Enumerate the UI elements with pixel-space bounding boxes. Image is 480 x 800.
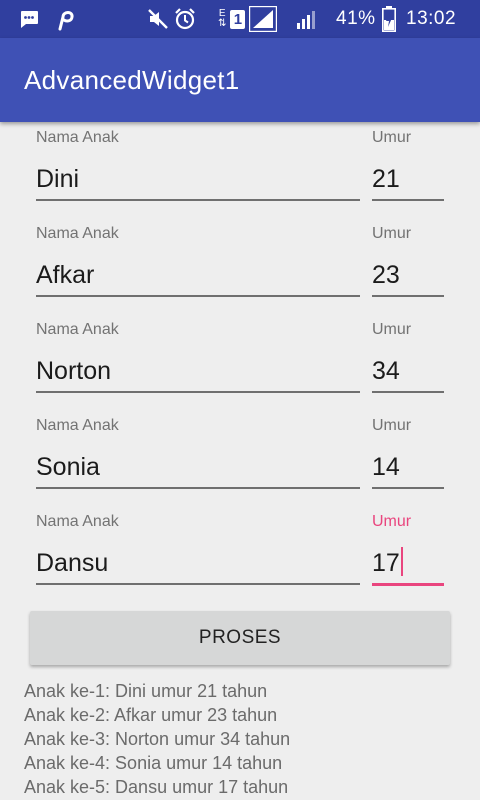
form-row: Nama Anak Sonia Umur 14	[0, 410, 480, 506]
form-row: Nama Anak Afkar Umur 23	[0, 218, 480, 314]
chat-notification-icon	[18, 0, 40, 38]
input-underline	[372, 295, 444, 297]
age-input[interactable]: 14	[372, 450, 444, 484]
name-input[interactable]: Sonia	[36, 450, 360, 484]
name-field-label: Nama Anak	[36, 129, 119, 146]
form-row: Nama Anak Dini Umur 21	[0, 122, 480, 218]
input-underline	[36, 295, 360, 297]
name-field-1[interactable]: Nama Anak Dini	[36, 122, 360, 202]
sim2-signal-icon	[296, 0, 320, 38]
age-field-1[interactable]: Umur 21	[372, 122, 444, 202]
name-field-2[interactable]: Nama Anak Afkar	[36, 218, 360, 298]
age-input[interactable]: 34	[372, 354, 444, 388]
result-line: Anak ke-4: Sonia umur 14 tahun	[24, 753, 283, 773]
main-content: Nama Anak Dini Umur 21 Nama Anak Afkar U…	[0, 122, 480, 800]
age-input[interactable]: 21	[372, 162, 444, 196]
name-field-label: Nama Anak	[36, 321, 119, 338]
pinterest-icon	[54, 0, 76, 38]
form-row: Nama Anak Norton Umur 34	[0, 314, 480, 410]
input-underline	[372, 199, 444, 201]
age-input[interactable]: 23	[372, 258, 444, 292]
name-field-label: Nama Anak	[36, 225, 119, 242]
age-field-label: Umur	[372, 129, 412, 146]
input-underline	[36, 391, 360, 393]
age-field-3[interactable]: Umur 34	[372, 314, 444, 394]
battery-charging-icon	[382, 0, 396, 38]
age-field-label: Umur	[372, 513, 412, 530]
input-underline	[372, 391, 444, 393]
input-underline	[36, 487, 360, 489]
name-input[interactable]: Afkar	[36, 258, 360, 292]
battery-percent: 41%	[336, 8, 376, 29]
name-input[interactable]: Norton	[36, 354, 360, 388]
name-field-label: Nama Anak	[36, 513, 119, 530]
name-field-4[interactable]: Nama Anak Sonia	[36, 410, 360, 490]
proses-button[interactable]: PROSES	[30, 611, 450, 665]
input-underline	[36, 199, 360, 201]
age-field-label: Umur	[372, 225, 412, 242]
app-bar: AdvancedWidget1	[0, 38, 480, 122]
result-line: Anak ke-2: Afkar umur 23 tahun	[24, 705, 278, 725]
age-field-label: Umur	[372, 417, 412, 434]
text-cursor	[400, 547, 403, 576]
age-input-text: 17	[372, 549, 400, 577]
app-title: AdvancedWidget1	[24, 65, 240, 95]
result-text: Anak ke-1: Dini umur 21 tahun Anak ke-2:…	[24, 679, 464, 799]
sim1-signal-icon: E ⇅ 1	[218, 0, 278, 38]
mute-icon	[146, 0, 170, 38]
input-underline	[36, 583, 360, 585]
status-time: 13:02	[406, 8, 457, 29]
status-bar: E ⇅ 1 41% 13:02	[0, 0, 480, 38]
input-underline	[372, 487, 444, 489]
age-field-5[interactable]: Umur 17	[372, 506, 444, 586]
sim-number-badge: 1	[230, 9, 246, 29]
result-line: Anak ke-3: Norton umur 34 tahun	[24, 729, 291, 749]
name-field-5[interactable]: Nama Anak Dansu	[36, 506, 360, 586]
name-field-3[interactable]: Nama Anak Norton	[36, 314, 360, 394]
form-row: Nama Anak Dansu Umur 17	[0, 506, 480, 602]
result-line: Anak ke-1: Dini umur 21 tahun	[24, 681, 268, 701]
age-input[interactable]: 17	[372, 546, 444, 580]
age-field-label: Umur	[372, 321, 412, 338]
name-input[interactable]: Dansu	[36, 546, 360, 580]
input-underline-focused	[372, 583, 444, 586]
alarm-icon	[174, 0, 196, 38]
age-field-4[interactable]: Umur 14	[372, 410, 444, 490]
name-field-label: Nama Anak	[36, 417, 119, 434]
result-line: Anak ke-5: Dansu umur 17 tahun	[24, 777, 289, 797]
age-field-2[interactable]: Umur 23	[372, 218, 444, 298]
name-input[interactable]: Dini	[36, 162, 360, 196]
